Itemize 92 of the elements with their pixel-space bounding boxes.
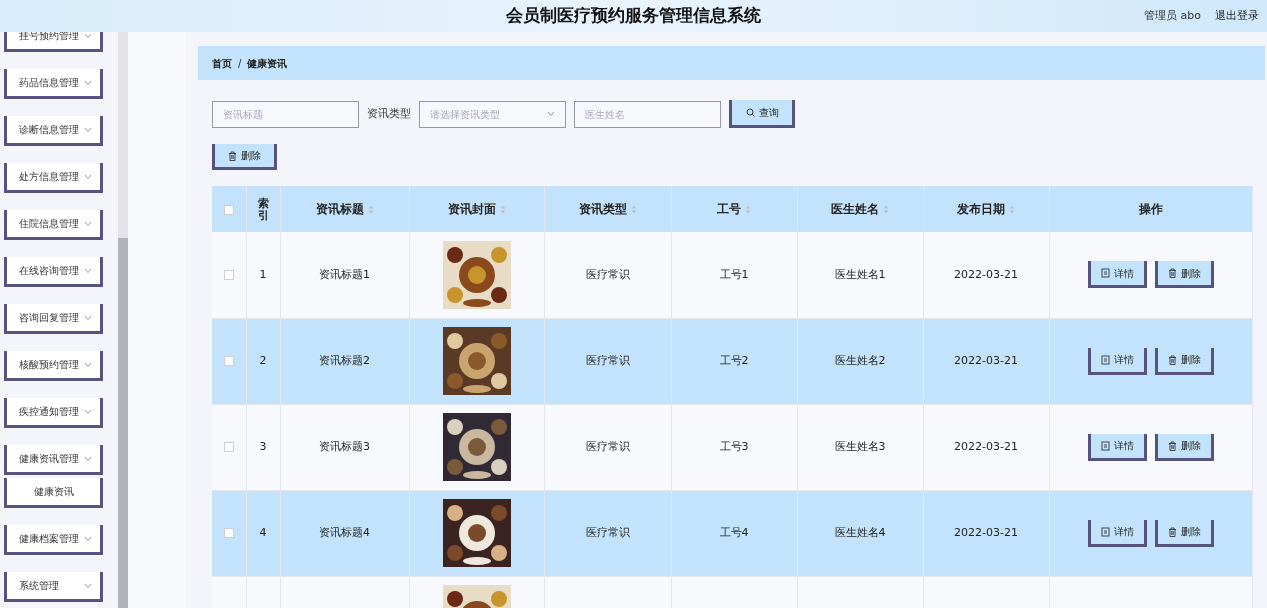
checkbox[interactable] — [223, 355, 234, 366]
trash-icon — [1167, 526, 1177, 537]
sidebar-menu-item[interactable]: 在线咨询管理 — [4, 257, 103, 287]
field-label: 资讯类型 — [367, 105, 411, 122]
sortable-column-header[interactable]: 发布日期 — [957, 200, 1005, 218]
search-field[interactable]: 资讯标题 — [212, 100, 359, 128]
table-cell: 工号4 — [719, 525, 749, 539]
delete-button[interactable]: 删除 — [1154, 347, 1214, 375]
details-button[interactable]: 详情 — [1087, 347, 1147, 375]
chevron-down-icon — [84, 173, 92, 180]
sortable-column-header[interactable]: 资讯标题 — [315, 200, 364, 218]
trash-icon — [1167, 268, 1177, 279]
table-cell: 工号1 — [719, 267, 749, 281]
chevron-down-icon — [84, 32, 92, 39]
table-cell: 2022-03-21 — [954, 439, 1018, 453]
table-cell: 2022-03-21 — [954, 353, 1018, 367]
sidebar-menu-item[interactable]: 健康档案管理 — [4, 525, 103, 555]
document-icon — [1100, 268, 1110, 279]
chevron-down-icon — [84, 220, 92, 227]
chevron-down-icon — [84, 267, 92, 274]
table-cell: 资讯标题3 — [319, 439, 370, 453]
sortable-column-header[interactable]: 资讯类型 — [578, 200, 627, 218]
details-button[interactable]: 详情 — [1087, 519, 1147, 547]
scrollbar-thumb[interactable] — [118, 238, 128, 608]
chevron-down-icon — [547, 111, 555, 117]
table-cell: 2 — [259, 353, 267, 367]
breadcrumb-link[interactable]: 首页 — [212, 55, 232, 71]
sortable-column-header[interactable]: 工号 — [717, 200, 741, 218]
delete-button[interactable]: 删除 — [1154, 261, 1214, 289]
document-icon — [1100, 440, 1110, 451]
table-cell: 资讯标题1 — [319, 267, 370, 281]
table-cell: 医疗常识 — [585, 525, 630, 539]
column-header: 索引 — [257, 197, 269, 223]
logout-link[interactable]: 退出登录 — [1215, 8, 1259, 25]
table-cell: 工号2 — [719, 353, 749, 367]
sidebar-menu-item[interactable]: 住院信息管理 — [4, 210, 103, 240]
chevron-down-icon — [84, 455, 92, 462]
trash-icon — [1167, 440, 1177, 451]
document-icon — [1100, 526, 1110, 537]
sidebar-menu-item[interactable]: 系统管理 — [4, 572, 103, 602]
checkbox[interactable] — [223, 269, 234, 280]
sidebar-menu-item[interactable]: 诊断信息管理 — [4, 116, 103, 146]
table-cell: 医生姓名3 — [834, 439, 886, 453]
table-cell: 3 — [259, 439, 267, 453]
sidebar-menu-item[interactable]: 药品信息管理 — [4, 69, 103, 99]
sidebar-menu-item[interactable]: 核酸预约管理 — [4, 351, 103, 381]
breadcrumb-separator: / — [238, 56, 242, 71]
chevron-down-icon — [84, 79, 92, 86]
delete-button[interactable]: 删除 — [1154, 433, 1214, 461]
table-cell: 医疗常识 — [585, 439, 630, 453]
chevron-down-icon — [84, 535, 92, 542]
sortable-column-header[interactable]: 医生姓名 — [831, 200, 879, 218]
table-cell: 医生姓名4 — [834, 525, 886, 539]
table-cell: 医疗常识 — [585, 267, 630, 281]
search-button[interactable]: 查询 — [729, 100, 795, 128]
delete-button[interactable]: 删除 — [212, 144, 277, 170]
search-field[interactable]: 医生姓名 — [574, 100, 721, 128]
table-cell: 1 — [259, 267, 267, 281]
checkbox[interactable] — [223, 204, 234, 215]
trash-icon — [1167, 354, 1177, 365]
search-icon — [745, 108, 755, 117]
sidebar-menu-item[interactable]: 疾控通知管理 — [4, 398, 103, 428]
details-button[interactable]: 详情 — [1087, 261, 1147, 289]
details-button[interactable]: 详情 — [1087, 433, 1147, 461]
chevron-down-icon — [84, 408, 92, 415]
checkbox[interactable] — [223, 527, 234, 538]
user-label: 管理员 abo — [1144, 8, 1201, 24]
column-header: 操作 — [1138, 201, 1163, 218]
sortable-column-header[interactable]: 资讯封面 — [447, 200, 496, 218]
sidebar-submenu-item[interactable]: 健康资讯 — [4, 478, 103, 508]
table-cell: 4 — [259, 525, 267, 539]
trash-icon — [228, 150, 237, 161]
table-cell: 工号3 — [719, 439, 749, 453]
app-title: 会员制医疗预约服务管理信息系统 — [506, 4, 761, 28]
breadcrumb-current: 健康资讯 — [247, 56, 288, 71]
table-cell: 医生姓名1 — [834, 267, 886, 281]
chevron-down-icon — [84, 582, 92, 589]
checkbox[interactable] — [223, 441, 234, 452]
table-cell: 2022-03-21 — [954, 525, 1018, 539]
document-icon — [1100, 354, 1110, 365]
chevron-down-icon — [84, 126, 92, 133]
chevron-down-icon — [84, 361, 92, 368]
chevron-down-icon — [84, 314, 92, 321]
table-cell: 医疗常识 — [585, 353, 630, 367]
sidebar-menu-item[interactable]: 健康资讯管理 — [4, 445, 103, 475]
delete-button[interactable]: 删除 — [1154, 519, 1214, 547]
table-cell: 2022-03-21 — [954, 267, 1018, 281]
sidebar-menu-item[interactable]: 处方信息管理 — [4, 163, 103, 193]
table-cell: 医生姓名2 — [834, 353, 886, 367]
sidebar-menu-item[interactable]: 咨询回复管理 — [4, 304, 103, 334]
table-cell: 资讯标题2 — [319, 353, 370, 367]
table-cell: 资讯标题4 — [319, 525, 370, 539]
